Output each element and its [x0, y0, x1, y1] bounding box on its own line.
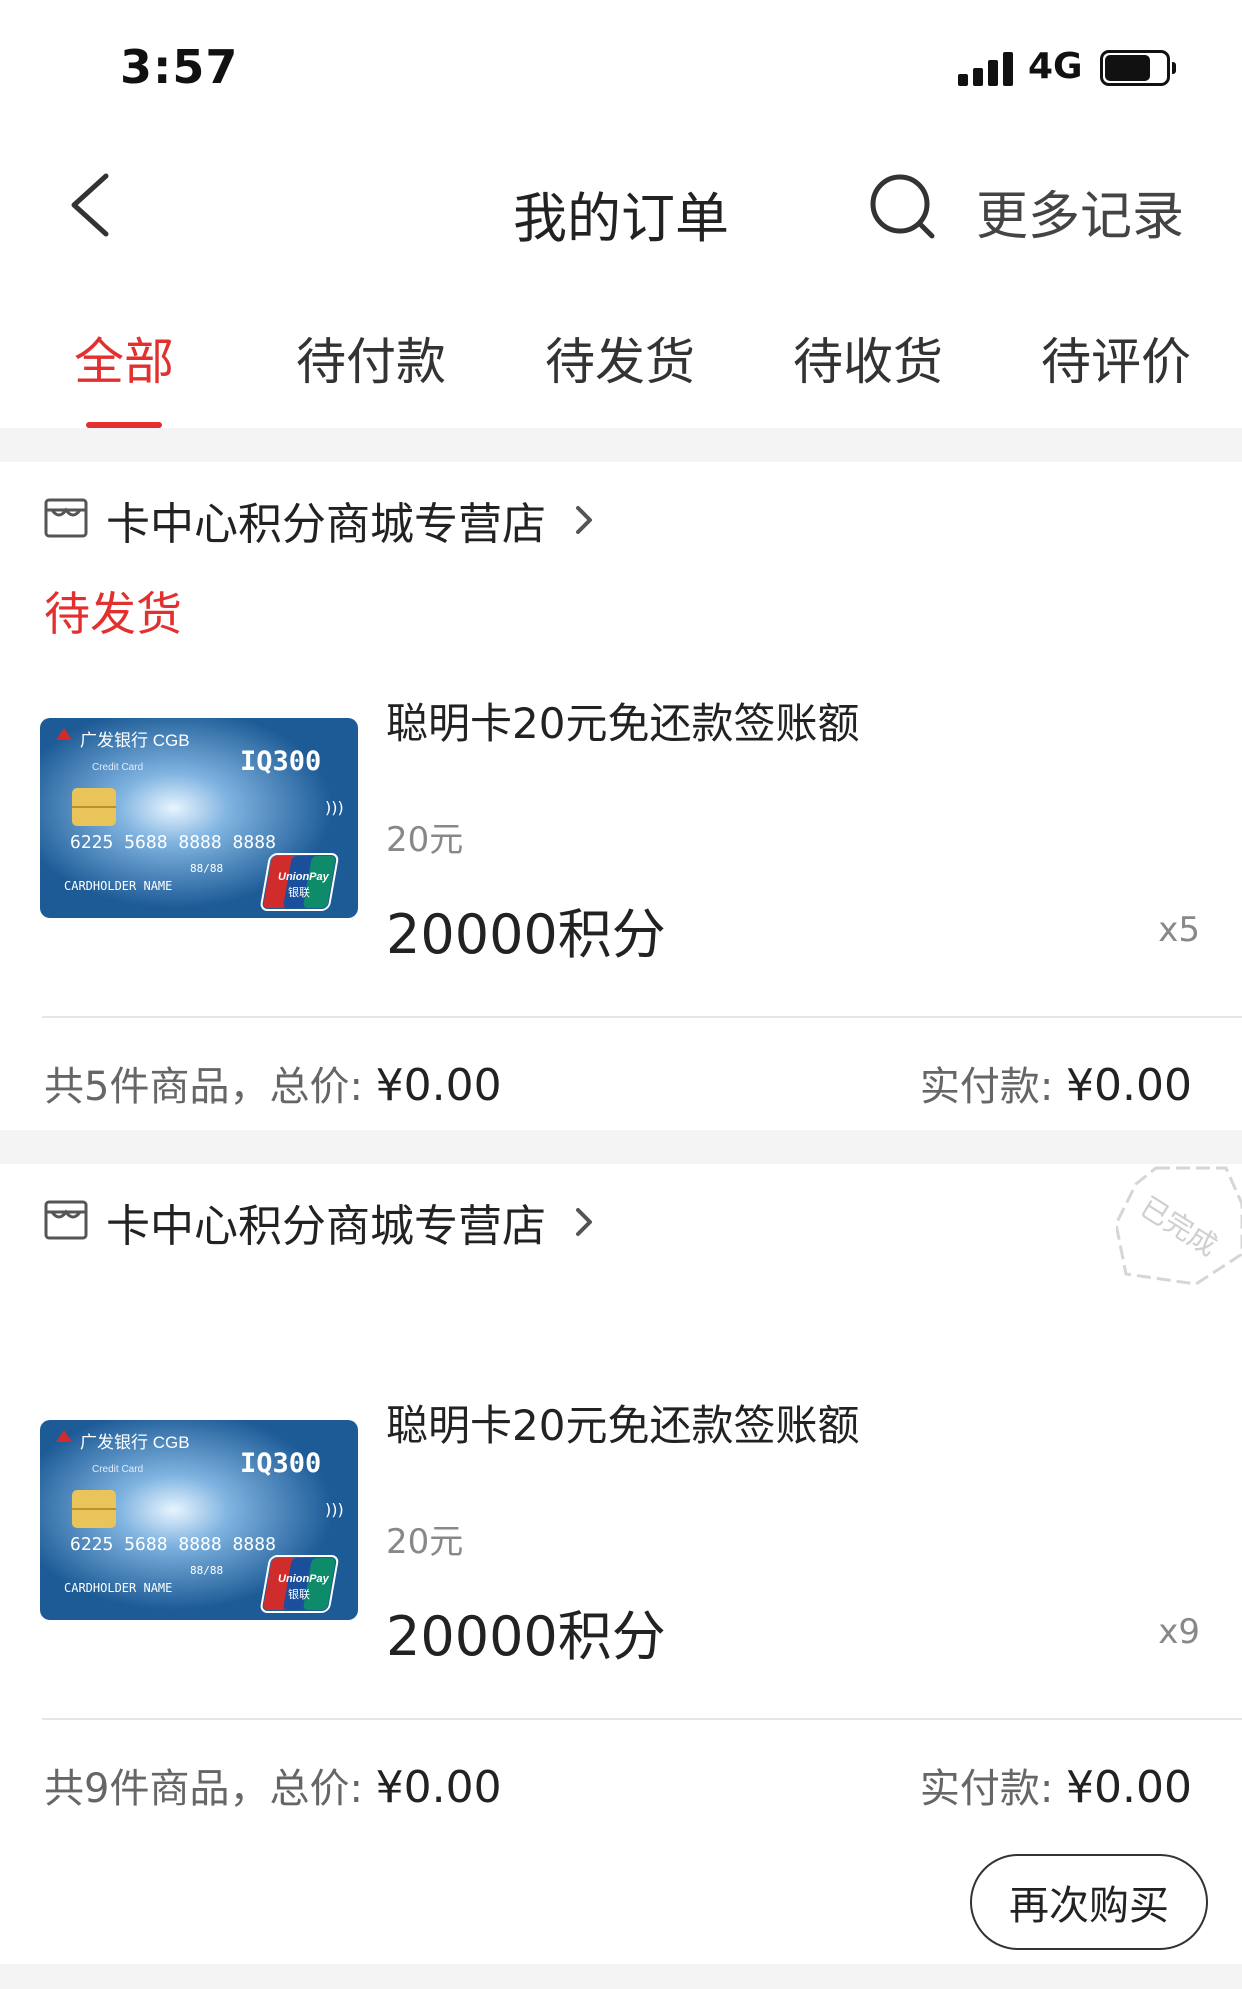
- product-title[interactable]: 聪明卡20元免还款签账额: [386, 1392, 859, 1453]
- tab-pending-receipt[interactable]: 待收货: [793, 322, 943, 394]
- order-card: 卡中心积分商城专营店 已完成 广发银行 CGB Credit Card IQ30…: [0, 1164, 1242, 1964]
- signal-icon: [958, 52, 1014, 86]
- tab-pending-shipment[interactable]: 待发货: [545, 322, 695, 394]
- store-name: 卡中心积分商城专营店: [106, 499, 546, 550]
- product-spec: 20元: [386, 820, 464, 860]
- divider: [42, 1718, 1242, 1720]
- buy-again-button[interactable]: 再次购买: [970, 1854, 1208, 1950]
- store-icon: [44, 498, 88, 538]
- store-name: 卡中心积分商城专营店: [106, 1201, 546, 1252]
- paid-summary: 实付款: ¥0.00: [920, 1756, 1192, 1814]
- order-card: 卡中心积分商城专营店 待发货 广发银行 CGB Credit Card IQ30…: [0, 462, 1242, 1130]
- credit-card-image: 广发银行 CGB Credit Card IQ300 ))) 6225 5688…: [40, 1420, 358, 1620]
- section-gap: [0, 1964, 1242, 1989]
- svg-text:))): ))): [325, 798, 344, 817]
- product-title[interactable]: 聪明卡20元免还款签账额: [386, 690, 859, 751]
- svg-text:IQ300: IQ300: [240, 746, 321, 777]
- order-tabs: 全部 待付款 待发货 待收货 待评价: [0, 300, 1242, 428]
- status-bar: 3:57 4G: [0, 0, 1242, 130]
- section-gap: [0, 1130, 1242, 1164]
- item-count-text: 共9件商品，总价:: [44, 1766, 363, 1812]
- search-icon: [870, 174, 935, 239]
- search-button[interactable]: [866, 170, 938, 242]
- divider: [42, 1016, 1242, 1018]
- tab-pending-payment[interactable]: 待付款: [296, 322, 446, 394]
- product-quantity: x5: [1158, 910, 1200, 950]
- completed-stamp-icon: 已完成: [1116, 1166, 1242, 1286]
- order-total: ¥0.00: [375, 1762, 502, 1813]
- chevron-right-icon: [576, 1208, 592, 1236]
- svg-text:银联: 银联: [288, 885, 310, 899]
- chevron-left-icon: [71, 173, 109, 237]
- svg-text:IQ300: IQ300: [240, 1448, 321, 1479]
- product-spec: 20元: [386, 1522, 464, 1562]
- bank-name: 广发银行 CGB: [80, 731, 190, 750]
- battery-icon: [1100, 50, 1176, 86]
- stamp-text: 已完成: [1134, 1190, 1223, 1263]
- nav-bar: 我的订单 更多记录: [0, 140, 1242, 270]
- product-image[interactable]: 广发银行 CGB Credit Card IQ300 ))) 6225 5688…: [40, 1420, 358, 1620]
- svg-text:6225 5688 8888 8888: 6225 5688 8888 8888: [70, 1534, 276, 1555]
- paid-label: 实付款:: [919, 1766, 1054, 1812]
- svg-text:CARDHOLDER NAME: CARDHOLDER NAME: [64, 1581, 172, 1595]
- svg-text:))): ))): [325, 1500, 344, 1519]
- section-gap: [0, 428, 1242, 462]
- svg-text:Credit Card: Credit Card: [92, 1464, 143, 1475]
- order-summary: 共5件商品，总价: ¥0.00: [44, 1054, 502, 1112]
- tab-pending-review[interactable]: 待评价: [1041, 322, 1191, 394]
- chevron-right-icon: [576, 506, 592, 534]
- network-type: 4G: [1028, 46, 1083, 87]
- product-price: 20000积分: [386, 903, 666, 966]
- item-count-text: 共5件商品，总价:: [44, 1064, 363, 1110]
- store-icon: [44, 1200, 88, 1240]
- svg-text:88/88: 88/88: [190, 862, 223, 875]
- svg-text:银联: 银联: [288, 1587, 310, 1601]
- paid-amount: ¥0.00: [1066, 1060, 1192, 1111]
- order-status: 待发货: [44, 587, 182, 641]
- status-time: 3:57: [120, 40, 239, 94]
- svg-text:UnionPay: UnionPay: [278, 871, 330, 883]
- more-records-link[interactable]: 更多记录: [976, 174, 1184, 249]
- product-quantity: x9: [1158, 1612, 1200, 1652]
- order-total: ¥0.00: [375, 1060, 502, 1111]
- svg-text:UnionPay: UnionPay: [278, 1573, 330, 1585]
- svg-text:88/88: 88/88: [190, 1564, 223, 1577]
- svg-text:6225 5688 8888 8888: 6225 5688 8888 8888: [70, 832, 276, 853]
- product-price: 20000积分: [386, 1605, 666, 1668]
- svg-text:Credit Card: Credit Card: [92, 762, 143, 773]
- credit-card-image: 广发银行 CGB Credit Card IQ300 ))) 6225 5688…: [40, 718, 358, 918]
- paid-amount: ¥0.00: [1066, 1762, 1192, 1813]
- back-button[interactable]: [60, 170, 120, 240]
- product-image[interactable]: 广发银行 CGB Credit Card IQ300 ))) 6225 5688…: [40, 718, 358, 918]
- order-summary: 共9件商品，总价: ¥0.00: [44, 1756, 502, 1814]
- paid-label: 实付款:: [919, 1064, 1054, 1110]
- svg-text:CARDHOLDER NAME: CARDHOLDER NAME: [64, 879, 172, 893]
- paid-summary: 实付款: ¥0.00: [920, 1054, 1192, 1112]
- bank-name: 广发银行 CGB: [80, 1433, 190, 1452]
- tab-all[interactable]: 全部: [74, 322, 174, 394]
